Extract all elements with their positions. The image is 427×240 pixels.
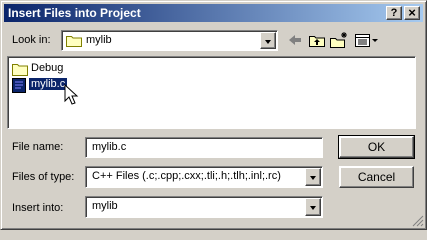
up-one-level-button[interactable] — [307, 31, 327, 49]
help-button[interactable]: ? — [386, 6, 402, 20]
view-menu-icon — [355, 34, 378, 47]
file-name-label: File name: — [12, 141, 64, 153]
folder-icon — [66, 36, 82, 47]
look-in-dropdown-button[interactable] — [260, 32, 276, 49]
insert-files-dialog: Insert Files into Project ? × Look in: m… — [0, 0, 427, 230]
look-in-value: mylib — [86, 34, 112, 46]
view-menu-button[interactable] — [353, 31, 379, 49]
up-one-level-icon — [309, 36, 325, 47]
list-item-label: Debug — [31, 62, 64, 74]
look-in-combo[interactable]: mylib — [61, 30, 278, 51]
file-name-value: mylib.c — [92, 141, 127, 153]
insert-into-dropdown-button[interactable] — [305, 198, 321, 216]
folder-icon — [12, 64, 28, 76]
resize-grip-icon[interactable] — [412, 215, 424, 227]
files-of-type-value: C++ Files (.c;.cpp;.cxx;.tli;.h;.tlh;.in… — [92, 170, 281, 182]
title-bar[interactable]: Insert Files into Project ? × — [4, 4, 423, 22]
files-of-type-dropdown-button[interactable] — [305, 168, 321, 186]
c-source-file-icon — [12, 78, 26, 93]
new-folder-icon — [330, 32, 347, 48]
files-of-type-combo[interactable]: C++ Files (.c;.cpp;.cxx;.tli;.h;.tlh;.in… — [85, 166, 323, 188]
file-list[interactable]: Debug mylib.c — [7, 56, 416, 129]
window-title: Insert Files into Project — [8, 6, 141, 20]
back-button[interactable] — [285, 31, 305, 49]
new-folder-button[interactable] — [329, 31, 349, 49]
file-name-input[interactable]: mylib.c — [85, 137, 323, 158]
mouse-cursor-icon — [64, 84, 79, 105]
ok-button[interactable]: OK — [338, 135, 415, 159]
cancel-button[interactable]: Cancel — [339, 166, 414, 188]
files-of-type-label: Files of type: — [12, 171, 75, 183]
back-arrow-icon — [289, 35, 301, 45]
look-in-label: Look in: — [12, 34, 51, 46]
list-item-label: mylib.c — [27, 77, 69, 91]
insert-into-label: Insert into: — [12, 202, 64, 214]
insert-into-value: mylib — [92, 200, 118, 212]
insert-into-combo[interactable]: mylib — [85, 196, 323, 218]
close-button[interactable]: × — [404, 6, 420, 20]
